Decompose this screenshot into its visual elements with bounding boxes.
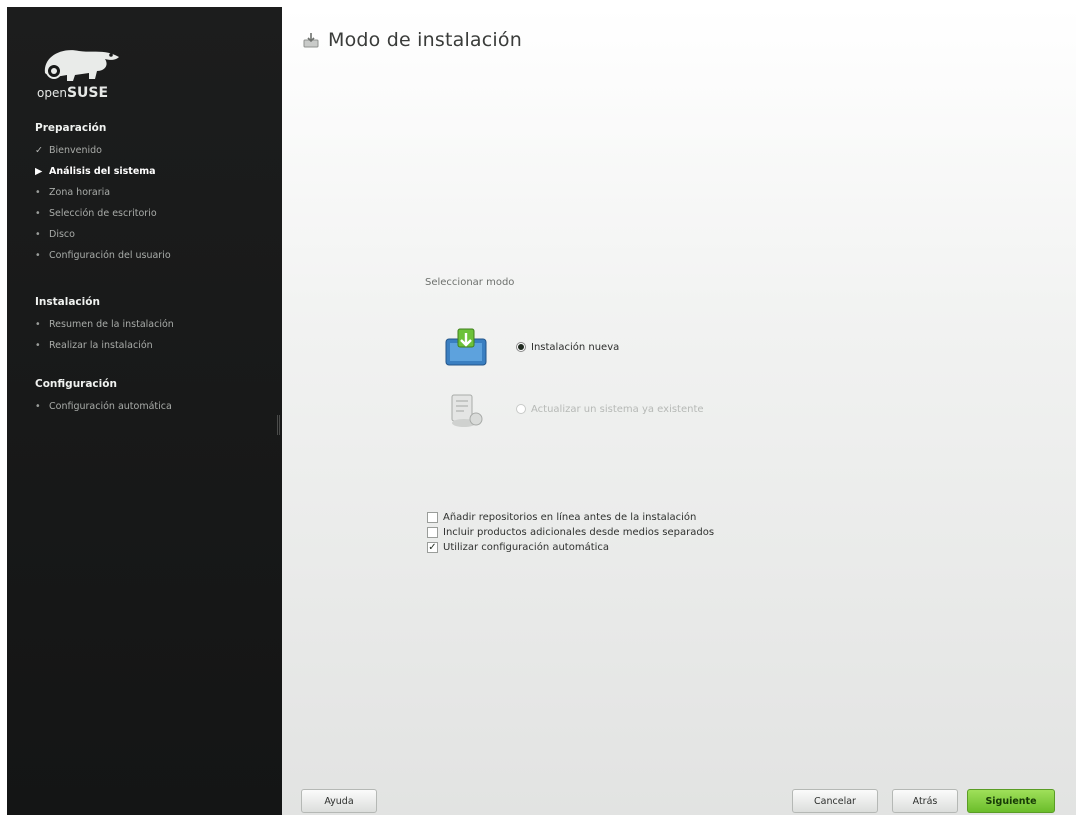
opensuse-logo: openSUSE xyxy=(35,43,135,105)
step-disk: • Disco xyxy=(35,224,275,245)
installation-mode-icon xyxy=(303,33,319,48)
step-label: Configuración automática xyxy=(49,401,172,412)
step-label: Zona horaria xyxy=(49,187,111,198)
new-install-icon xyxy=(445,328,487,366)
sidebar-resize-handle[interactable] xyxy=(277,415,280,435)
sidebar: openSUSE Preparación ✓ Bienvenido ▶ Anális… xyxy=(7,7,282,815)
installation-steps: Preparación ✓ Bienvenido ▶ Análisis del si… xyxy=(35,122,275,433)
step-welcome: ✓ Bienvenido xyxy=(35,140,275,161)
help-button[interactable]: Ayuda xyxy=(301,789,377,813)
brand-prefix: open xyxy=(37,86,67,100)
current-arrow-icon: ▶ xyxy=(35,166,43,177)
auto-config-checkbox[interactable]: ✓ xyxy=(427,542,438,553)
auto-config-option[interactable]: ✓ Utilizar configuración automática xyxy=(427,542,609,553)
bullet-icon: • xyxy=(35,187,41,198)
main-panel: Modo de instalación Seleccionar modo Ins… xyxy=(282,7,1076,815)
bullet-icon: • xyxy=(35,250,41,261)
chameleon-icon xyxy=(44,50,120,81)
installer-window: openSUSE Preparación ✓ Bienvenido ▶ Anális… xyxy=(7,7,1076,815)
step-auto-configuration: • Configuración automática xyxy=(35,396,275,417)
step-label: Análisis del sistema xyxy=(49,166,156,177)
title-row: Modo de instalación xyxy=(302,29,522,51)
step-group-preparation: Preparación ✓ Bienvenido ▶ Análisis del si… xyxy=(35,122,275,266)
bullet-icon: • xyxy=(35,340,41,351)
next-button[interactable]: Siguiente xyxy=(967,789,1055,813)
step-label: Configuración del usuario xyxy=(49,250,171,261)
step-perform-installation: • Realizar la instalación xyxy=(35,335,275,356)
step-label: Selección de escritorio xyxy=(49,208,157,219)
section-title-configuration: Configuración xyxy=(35,378,117,390)
bullet-icon: • xyxy=(35,229,41,240)
step-system-analysis: ▶ Análisis del sistema xyxy=(35,161,275,182)
step-installation-overview: • Resumen de la instalación xyxy=(35,314,275,335)
section-title-preparation: Preparación xyxy=(35,122,107,134)
step-group-configuration: Configuración • Configuración automática xyxy=(35,378,275,417)
bullet-icon: • xyxy=(35,319,41,330)
online-repos-label: Añadir repositorios en línea antes de la… xyxy=(443,512,697,523)
brand-wordmark: openSUSE xyxy=(37,85,108,101)
section-title-installation: Instalación xyxy=(35,296,100,308)
back-button[interactable]: Atrás xyxy=(892,789,958,813)
online-repos-option[interactable]: Añadir repositorios en línea antes de la… xyxy=(427,512,696,523)
new-installation-label: Instalación nueva xyxy=(531,341,620,353)
bullet-icon: • xyxy=(35,401,41,412)
check-icon: ✓ xyxy=(35,145,43,156)
step-group-installation: Instalación • Resumen de la instalación •… xyxy=(35,296,275,356)
step-desktop-selection: • Selección de escritorio xyxy=(35,203,275,224)
step-label: Resumen de la instalación xyxy=(49,319,174,330)
step-label: Bienvenido xyxy=(49,145,102,156)
online-repos-checkbox[interactable] xyxy=(427,512,438,523)
addon-products-label: Incluir productos adicionales desde medi… xyxy=(443,527,715,538)
addon-products-option[interactable]: Incluir productos adicionales desde medi… xyxy=(427,527,714,538)
update-system-label: Actualizar un sistema ya existente xyxy=(531,403,704,415)
step-user-settings: • Configuración del usuario xyxy=(35,245,275,266)
option-update-system: Actualizar un sistema ya existente xyxy=(442,387,704,431)
page-title: Modo de instalación xyxy=(328,29,522,51)
update-system-icon xyxy=(451,394,483,427)
new-installation-radio[interactable] xyxy=(516,342,526,352)
abort-button[interactable]: Cancelar xyxy=(792,789,878,813)
step-label: Disco xyxy=(49,229,75,240)
step-label: Realizar la instalación xyxy=(49,340,153,351)
bullet-icon: • xyxy=(35,208,41,219)
step-timezone: • Zona horaria xyxy=(35,182,275,203)
update-system-radio xyxy=(516,404,526,414)
select-mode-label: Seleccionar modo xyxy=(425,277,515,288)
auto-config-label: Utilizar configuración automática xyxy=(443,542,610,553)
option-new-installation[interactable]: Instalación nueva xyxy=(442,325,619,369)
addon-products-checkbox[interactable] xyxy=(427,527,438,538)
brand-name: SUSE xyxy=(66,85,109,101)
